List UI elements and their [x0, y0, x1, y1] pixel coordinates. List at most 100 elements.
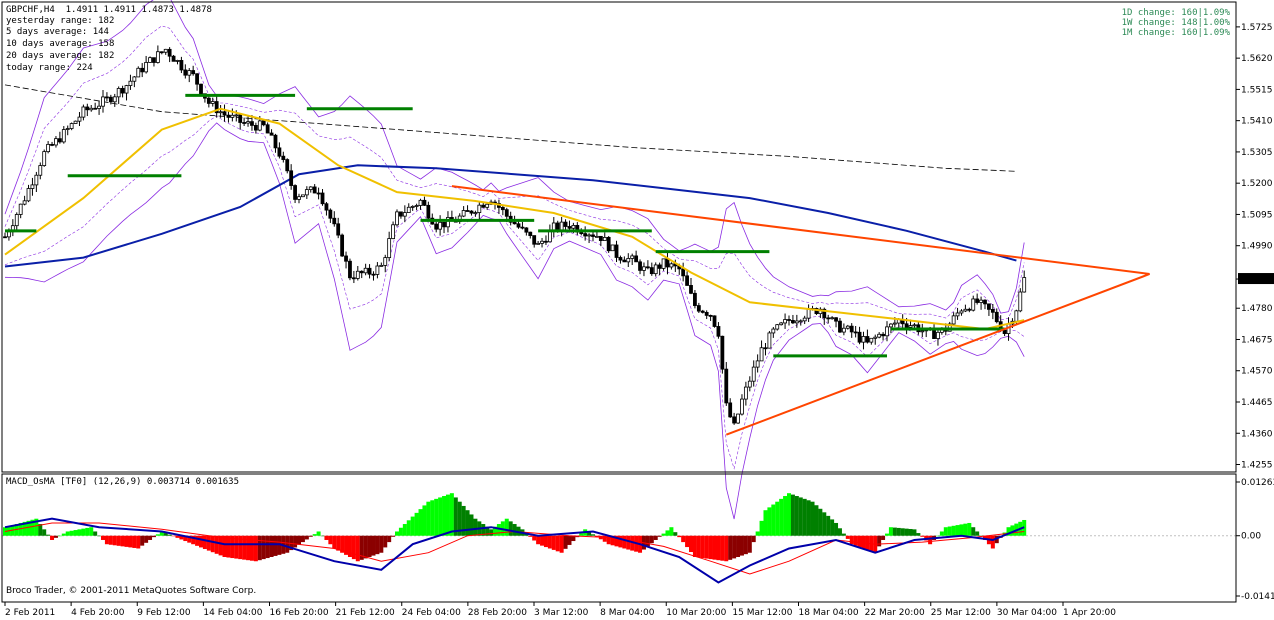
candle-body — [755, 360, 760, 368]
osma-bar — [551, 535, 556, 550]
osma-bar — [512, 524, 517, 536]
candle-body — [199, 83, 203, 95]
candle-body — [798, 320, 803, 323]
candle-body — [242, 122, 247, 124]
osma-bar — [508, 521, 513, 536]
candle-body — [704, 311, 709, 316]
candle-body — [155, 51, 160, 63]
candle-body — [363, 267, 368, 274]
candle-body — [116, 88, 121, 98]
candle-body — [26, 188, 31, 202]
candle-body — [512, 221, 517, 225]
candle-body — [18, 203, 23, 215]
osma-bar — [990, 535, 995, 549]
osma-bar — [410, 516, 415, 536]
candle-body — [446, 217, 450, 228]
y-tick-label: 1.5725 — [1241, 23, 1273, 33]
osma-bar — [155, 534, 160, 536]
osma-bar — [559, 535, 564, 553]
osma-bar — [285, 535, 290, 553]
osma-bar — [661, 533, 666, 536]
osma-bar — [89, 527, 94, 536]
osma-bar — [943, 527, 948, 536]
osma-bar — [681, 535, 686, 543]
x-tick-label: 30 Mar 04:00 — [997, 608, 1057, 618]
stat-line: today range: 224 — [6, 63, 93, 73]
candle-body — [653, 264, 658, 275]
osma-bar — [602, 535, 607, 542]
candle-body — [42, 151, 47, 166]
candle-body — [426, 204, 431, 219]
candle-body — [316, 192, 321, 195]
candle-body — [830, 317, 835, 320]
osma-bar — [375, 535, 380, 555]
candle-body — [877, 333, 882, 338]
candle-body — [144, 62, 149, 73]
candle-body — [595, 235, 599, 238]
candle-body — [971, 298, 976, 311]
candle-body — [465, 210, 470, 212]
stat-line: 10 days average: 158 — [6, 39, 115, 49]
candle-body — [551, 222, 556, 231]
candle-body — [277, 147, 282, 157]
osma-bar — [916, 533, 921, 536]
candle-body — [57, 138, 62, 143]
candle-body — [375, 265, 380, 275]
osma-bar — [171, 535, 176, 537]
candle-body — [30, 184, 35, 189]
candle-body — [379, 264, 384, 267]
osma-bar — [790, 494, 795, 536]
candle-body — [340, 234, 345, 257]
osma-bar — [97, 535, 102, 537]
candle-body — [606, 236, 611, 252]
osma-bar — [712, 535, 717, 560]
osma-bar — [140, 535, 145, 546]
candle-body — [246, 121, 250, 124]
osma-bar — [206, 535, 211, 551]
change-1m: 1M change: 160|1.09% — [1121, 28, 1230, 38]
x-tick-label: 16 Feb 20:00 — [270, 608, 329, 618]
candle-body — [740, 398, 744, 415]
candle-body — [152, 57, 156, 63]
candle-body — [638, 261, 642, 271]
osma-bar — [798, 497, 803, 536]
candle-body — [234, 114, 239, 117]
osma-bar — [747, 535, 752, 553]
x-tick-label: 28 Feb 20:00 — [468, 608, 527, 618]
candle-body — [689, 285, 693, 294]
osma-bar — [732, 535, 737, 559]
osma-bar — [469, 514, 474, 536]
candle-body — [661, 258, 666, 269]
osma-bar — [935, 535, 940, 537]
osma-bar — [101, 535, 105, 540]
candle-body — [724, 368, 729, 404]
candle-body — [304, 189, 309, 196]
candle-body — [230, 114, 235, 118]
osma-bar — [669, 527, 674, 536]
osma-bar — [53, 535, 58, 538]
candle-body — [7, 231, 11, 238]
y-tick-label: -0.01417 — [1241, 592, 1274, 602]
osma-bar — [363, 535, 368, 559]
osma-bar — [128, 535, 133, 548]
osma-bar — [626, 535, 631, 550]
osma-bar — [975, 531, 980, 536]
osma-bar — [689, 535, 693, 553]
osma-bar — [904, 528, 909, 536]
osma-bar — [716, 535, 721, 561]
candle-body — [979, 299, 983, 303]
candle-body — [14, 214, 19, 227]
candle-body — [794, 320, 799, 324]
candle-body — [257, 120, 262, 131]
candle-body — [528, 231, 533, 236]
osma-bar — [434, 498, 439, 536]
osma-bar — [755, 531, 760, 536]
osma-bar — [685, 535, 690, 548]
osma-bar — [728, 535, 733, 560]
candle-body — [140, 67, 145, 73]
candle-body — [912, 324, 917, 327]
x-tick-label: 9 Feb 12:00 — [137, 608, 191, 618]
osma-bar — [226, 535, 231, 558]
candle-body — [191, 70, 196, 75]
candle-body — [657, 264, 662, 269]
